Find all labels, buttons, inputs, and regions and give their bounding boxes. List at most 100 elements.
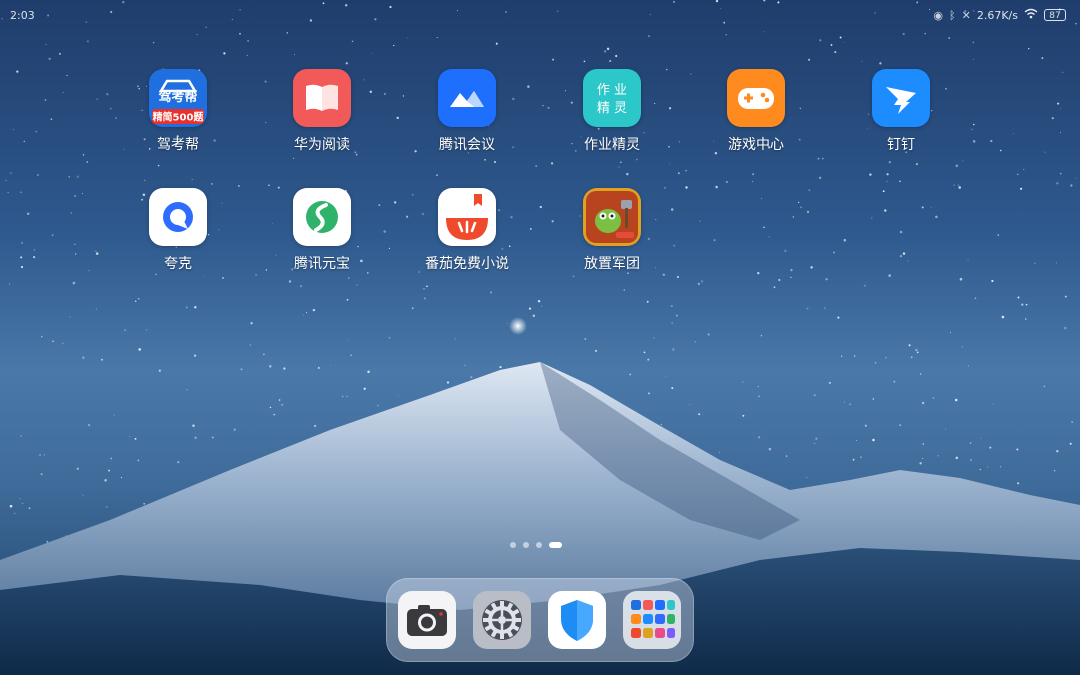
star xyxy=(537,300,541,303)
star xyxy=(263,353,265,356)
star xyxy=(26,212,30,216)
settings-app[interactable] xyxy=(473,591,531,649)
app-folder[interactable] xyxy=(623,591,681,649)
star xyxy=(1043,385,1046,387)
star xyxy=(193,354,197,357)
app-jiakaobang[interactable]: 驾考帮 精简500题 驾考帮 xyxy=(118,69,238,169)
star xyxy=(68,176,70,178)
star xyxy=(1044,151,1046,153)
star xyxy=(16,70,19,73)
app-zuoye-jingling[interactable]: 作 业 精 灵 作业精灵 xyxy=(552,69,672,169)
page-dot[interactable] xyxy=(523,542,529,548)
app-folder-icon xyxy=(623,591,681,649)
star xyxy=(815,437,818,440)
star xyxy=(871,217,873,219)
star xyxy=(843,238,847,242)
bright-star xyxy=(509,317,527,335)
star xyxy=(792,216,795,218)
star xyxy=(899,230,903,234)
star xyxy=(757,271,760,275)
star xyxy=(916,351,919,354)
star xyxy=(962,160,964,162)
star xyxy=(969,442,972,444)
star xyxy=(919,462,922,465)
star xyxy=(863,284,866,287)
star xyxy=(134,437,137,440)
star xyxy=(822,157,824,160)
star xyxy=(676,314,678,317)
star xyxy=(841,355,843,357)
star xyxy=(86,40,89,43)
app-label-tencent-yuanbao: 腾讯元宝 xyxy=(294,256,350,272)
star xyxy=(945,428,947,430)
star xyxy=(671,322,673,324)
star xyxy=(813,394,816,397)
star xyxy=(36,174,39,176)
page-dot[interactable] xyxy=(510,542,516,548)
star xyxy=(21,502,24,505)
star xyxy=(177,461,180,464)
star xyxy=(623,289,625,291)
star xyxy=(685,169,687,172)
star xyxy=(273,413,276,416)
star xyxy=(697,282,701,286)
security-app[interactable] xyxy=(548,591,606,649)
star xyxy=(972,41,975,44)
star xyxy=(830,43,833,46)
star xyxy=(346,298,349,301)
star xyxy=(715,185,718,189)
star xyxy=(527,85,530,88)
star xyxy=(423,287,425,290)
page-dot-active[interactable] xyxy=(549,542,562,548)
app-idle-legion[interactable]: 放置军团 xyxy=(552,188,672,288)
star xyxy=(1056,449,1059,453)
star xyxy=(660,423,662,426)
page-indicator[interactable] xyxy=(510,542,562,548)
star xyxy=(196,34,198,36)
app-tencent-meeting[interactable]: 腾讯会议 xyxy=(407,69,527,169)
star xyxy=(818,176,822,180)
star xyxy=(86,161,89,163)
app-game-center[interactable]: 游戏中心 xyxy=(696,69,816,169)
camera-app[interactable] xyxy=(398,591,456,649)
star xyxy=(915,348,918,352)
star xyxy=(1012,132,1014,134)
star xyxy=(1071,421,1073,423)
star xyxy=(973,58,975,60)
star xyxy=(678,141,681,143)
star xyxy=(108,469,111,472)
svg-text:驾考帮: 驾考帮 xyxy=(158,89,197,105)
settings-gear-icon xyxy=(473,591,531,649)
star xyxy=(899,180,901,183)
star xyxy=(341,395,344,398)
status-time: 2:03 xyxy=(10,9,35,22)
app-tencent-yuanbao[interactable]: 腾讯元宝 xyxy=(262,188,382,288)
star xyxy=(819,39,822,42)
star xyxy=(283,367,286,370)
star xyxy=(987,466,989,468)
star xyxy=(1056,182,1059,185)
star xyxy=(535,165,538,168)
star xyxy=(899,254,903,258)
star xyxy=(969,458,973,462)
app-label-dingtalk: 钉钉 xyxy=(887,137,915,153)
star xyxy=(436,174,438,176)
star xyxy=(540,305,543,307)
star xyxy=(807,58,811,61)
zuoye-jingling-icon: 作 业 精 灵 xyxy=(583,69,641,127)
app-dingtalk[interactable]: 钉钉 xyxy=(841,69,961,169)
star xyxy=(882,190,885,193)
star xyxy=(351,40,354,43)
star xyxy=(813,442,816,445)
star xyxy=(20,191,22,193)
star xyxy=(837,316,840,319)
star xyxy=(532,314,536,318)
app-huawei-reading[interactable]: 华为阅读 xyxy=(262,69,382,169)
star xyxy=(961,346,963,348)
app-fanqie-novel[interactable]: 番茄免费小说 xyxy=(407,188,527,288)
star xyxy=(398,394,400,396)
star xyxy=(8,283,10,285)
page-dot[interactable] xyxy=(536,542,542,548)
star xyxy=(665,375,667,377)
app-quark[interactable]: 夸克 xyxy=(118,188,238,288)
